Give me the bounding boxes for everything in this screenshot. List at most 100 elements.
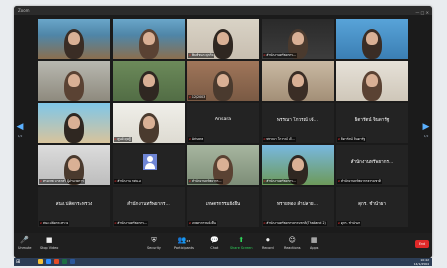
stop-video-button[interactable]: ■ Stop Video <box>40 235 58 250</box>
windows-start-icon[interactable]: ⊞ <box>16 259 22 265</box>
participant-display-name: ธิดารัตน์ จินดารัฐ <box>354 118 390 123</box>
page-indicator: 1/2 <box>17 134 23 138</box>
share-screen-button[interactable]: ⬆ Share Screen <box>230 235 253 250</box>
participant-tile[interactable] <box>112 61 185 101</box>
participant-name-label: ⌀สำนักงานทรัพยากร... <box>113 221 149 226</box>
participant-face <box>68 116 80 129</box>
participant-face <box>291 158 304 171</box>
participant-tile[interactable]: ⌀พิมพ์ชนก ศุภกิจ <box>187 19 259 59</box>
participant-name: สำนักงานทรัพยากร... <box>191 179 222 183</box>
mic-muted-icon: ⌀ <box>189 221 191 225</box>
participant-tile[interactable]: ⌀สำนักงานทรัพยากร... <box>261 145 334 185</box>
participants-icon: 👥23 <box>177 236 191 244</box>
participant-face <box>366 74 378 87</box>
participant-tile[interactable]: สำนักงานทรัพยากร... ⌀สำนักงานทรัพยากร... <box>112 187 185 227</box>
excel-icon[interactable] <box>62 259 67 264</box>
participant-tile[interactable] <box>38 61 110 101</box>
participant-name: สำนักงาน กศน.อ <box>117 179 141 183</box>
mic-muted-icon: ⌀ <box>189 95 191 99</box>
mic-muted-icon: ⌀ <box>40 221 42 225</box>
participant-name-label: ⌀สำนักงานทรัพยากร... <box>262 53 298 58</box>
participant-tile[interactable]: พรรณา โกวรณ์ เจ้... ⌀พรรณา โกวรณ์ เจ้... <box>261 103 334 143</box>
participant-name-label: ⌀12/2003 <box>188 95 207 100</box>
participant-tile[interactable]: สนง.ปลัดกระทรวง ⌀สนง.ปลัดกระทรวง <box>38 187 110 227</box>
browser-icon[interactable] <box>54 259 59 264</box>
next-page-button[interactable]: ▶ 1/2 <box>422 120 430 138</box>
folder-icon[interactable] <box>38 259 43 264</box>
mic-muted-icon: ⌀ <box>189 137 191 141</box>
clock-date: 14/1/2564 <box>413 262 429 266</box>
participant-face <box>68 158 80 171</box>
shield-icon: ⛨ <box>151 236 157 244</box>
participant-name-label: ⌀สนง.ปลัดกระทรวง <box>39 221 70 226</box>
chevron-left-icon: ◀ <box>16 122 24 132</box>
participant-tile[interactable] <box>38 19 110 59</box>
participants-count: 23 <box>186 239 191 243</box>
participant-tile[interactable] <box>336 19 408 59</box>
participant-video <box>38 103 110 143</box>
participant-tile[interactable] <box>261 61 334 101</box>
participant-name: พิมพ์ชนก ศุภกิจ <box>191 53 214 57</box>
participant-name: สำนักงานทรัพยากร... <box>117 221 148 225</box>
participant-tile[interactable] <box>112 19 185 59</box>
participant-face <box>142 116 155 129</box>
participant-name: ศูนย์ ดุษฎี <box>117 137 131 141</box>
meeting-toolbar: 🎤 Unmute ■ Stop Video ⛨ Security 👥23 Par… <box>14 233 432 258</box>
windows-taskbar: ⊞ 10:42 14/1/2564 <box>14 258 432 266</box>
participant-name-label: ⌀ธิดารัตน์ จินดารัฐ <box>337 137 367 142</box>
video-grid: ⌀พิมพ์ชนก ศุภกิจ ⌀สำนักงานทรัพยากร... ⌀12/… <box>38 19 408 229</box>
participant-tile[interactable]: ทรายทอง ลำปลาย... ⌀สำนักงานทรัพยากรธรรมชา… <box>261 187 334 227</box>
prev-page-button[interactable]: ◀ 1/2 <box>16 120 24 138</box>
unmute-button[interactable]: 🎤 Unmute <box>18 235 32 250</box>
microphone-muted-icon: 🎤 <box>20 236 30 244</box>
participant-face <box>291 32 304 45</box>
default-avatar-icon <box>142 154 157 170</box>
participant-name: สำนักงานทรัพยากร... <box>266 53 297 57</box>
end-meeting-button[interactable]: End <box>415 240 429 248</box>
page-indicator: 1/2 <box>423 134 429 138</box>
participant-face <box>217 74 229 87</box>
chevron-right-icon: ▶ <box>422 122 430 132</box>
participant-tile[interactable]: ดุกร. ชำนำผา ⌀ดุกร. ชำนำผา <box>336 187 408 227</box>
participant-tile[interactable]: ⌀สำนักงานทรัพยากร... <box>187 145 259 185</box>
participant-face <box>366 32 378 45</box>
apps-button[interactable]: ▦ Apps <box>310 235 318 250</box>
participant-name: ธิดารัตน์ จินดารัฐ <box>340 137 366 141</box>
participant-tile[interactable]: เกษตรกรรมยั่งยืน ⌀เกษตรกรรมยั่งยืน <box>187 187 259 227</box>
record-button[interactable]: ⏺ Record <box>262 235 274 250</box>
participants-button[interactable]: 👥23 Participants <box>174 235 194 250</box>
zoom-icon[interactable] <box>46 259 51 264</box>
participant-name-label: ⌀ทรงเทพ มาลาศรี ผู้อำนวยการ <box>39 179 85 184</box>
participant-name-label: ⌀Arisara <box>188 137 205 142</box>
security-button[interactable]: ⛨ Security <box>147 235 161 250</box>
word-icon[interactable] <box>70 259 75 264</box>
participant-tile[interactable]: สำนักงานทรัพยากร... ⌀สำนักงานทรัพยากรธรรม… <box>336 145 408 185</box>
participant-video <box>38 19 110 59</box>
participant-tile[interactable]: ⌀สำนักงานทรัพยากร... <box>261 19 334 59</box>
participant-tile[interactable]: ⌀สำนักงาน กศน.อ <box>112 145 185 185</box>
participant-face <box>68 32 80 45</box>
participant-tile[interactable]: ⌀ศูนย์ ดุษฎี <box>112 103 185 143</box>
participant-tile[interactable]: ธิดารัตน์ จินดารัฐ ⌀ธิดารัตน์ จินดารัฐ <box>336 103 408 143</box>
window-title: Zoom <box>18 8 30 13</box>
mic-muted-icon: ⌀ <box>40 179 42 183</box>
participant-name-label: ⌀สำนักงานทรัพยากร... <box>188 179 223 184</box>
chat-button[interactable]: 💬 Chat <box>210 235 219 250</box>
participant-display-name: Arisara <box>214 117 232 122</box>
participant-face <box>142 74 155 87</box>
participant-name-label: ⌀สำนักงานทรัพยากรธรรมชาติ(Thailand 2) <box>262 221 327 226</box>
participant-name-label: ⌀ดุกร. ชำนำผา <box>337 221 362 226</box>
participant-tile[interactable]: Arisara ⌀Arisara <box>187 103 259 143</box>
participant-tile[interactable] <box>38 103 110 143</box>
reactions-button[interactable]: ☺ Reactions <box>284 235 301 250</box>
mic-muted-icon: ⌀ <box>338 221 340 225</box>
participant-tile[interactable]: ⌀12/2003 <box>187 61 259 101</box>
participant-name: 12/2003 <box>191 95 206 99</box>
participant-face <box>142 32 155 45</box>
participant-tile[interactable]: ⌀ทรงเทพ มาลาศรี ผู้อำนวยการ <box>38 145 110 185</box>
gallery-view: ◀ 1/2 ⌀พิมพ์ชนก ศุภกิจ ⌀สำนักงานทรัพยากร.… <box>14 15 432 233</box>
participant-name: สนง.ปลัดกระทรวง <box>42 221 69 225</box>
participant-tile[interactable] <box>336 61 408 101</box>
mic-muted-icon: ⌀ <box>189 53 191 57</box>
participant-display-name: ดุกร. ชำนำผา <box>358 202 386 207</box>
